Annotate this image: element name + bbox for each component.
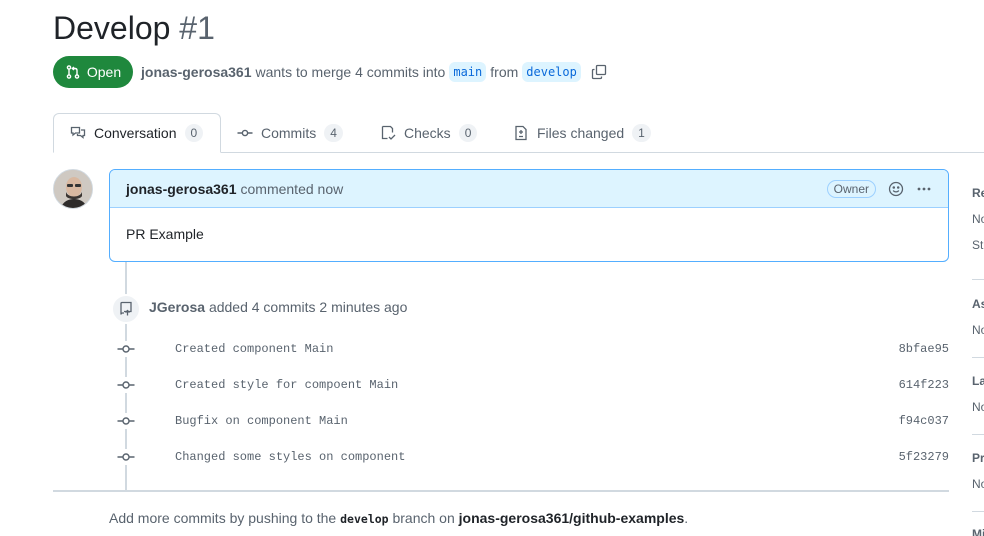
sidebar-labels-title[interactable]: La [972,374,984,388]
sidebar-divider [972,279,984,280]
sidebar-assignees-title[interactable]: As [972,297,984,311]
commit-row: Changed some styles on component 5f23279 [117,445,949,469]
head-branch-link[interactable]: develop [522,62,581,82]
commit-message-link[interactable]: Bugfix on component Main [175,414,348,428]
owner-badge: Owner [826,179,876,198]
sidebar-milestone-title[interactable]: Mi [972,527,984,536]
sidebar-labels-value: No [972,400,984,414]
tab-conversation[interactable]: Conversation 0 [53,113,221,153]
git-commit-icon [117,449,135,465]
tab-files-changed-count: 1 [632,124,651,142]
push-hint-branch: develop [340,512,389,526]
push-hint-after: . [684,510,689,526]
tab-checks-count: 0 [458,124,478,142]
tab-files-changed[interactable]: Files changed 1 [497,113,667,153]
git-pull-request-icon [66,65,80,79]
commit-message-link[interactable]: Changed some styles on component [175,450,405,464]
comment-author-link[interactable]: jonas-gerosa361 [126,181,237,197]
tab-commits-count: 4 [324,124,343,142]
tab-commits-label: Commits [261,125,317,141]
git-commit-icon [117,413,135,429]
copy-icon[interactable] [591,64,607,80]
avatar[interactable] [53,169,93,209]
commit-row: Created component Main 8bfae95 [117,337,949,361]
pr-title-text: Develop [53,10,171,46]
pr-meta: jonas-gerosa361 wants to merge 4 commits… [141,61,607,83]
push-hint-before: Add more commits by pushing to the [109,510,337,526]
git-commit-icon [117,377,135,393]
comment-body: PR Example [126,226,204,242]
commit-sha-link[interactable]: 614f223 [899,378,949,392]
file-diff-icon [515,125,527,141]
avatar-image [54,170,92,208]
pr-merge-text: wants to merge 4 commits into [255,64,446,80]
commit-group-author[interactable]: JGerosa [149,299,205,315]
pr-state-badge: Open [53,56,133,88]
comment-action[interactable]: commented now [241,181,344,197]
kebab-horizontal-icon[interactable] [916,181,932,197]
base-branch-link[interactable]: main [449,62,487,82]
sidebar-projects-value: No [972,477,984,491]
tab-files-changed-label: Files changed [537,125,625,141]
commit-row: Created style for compoent Main 614f223 [117,373,949,397]
tab-conversation-count: 0 [184,124,204,142]
commit-sha-link[interactable]: 5f23279 [899,450,949,464]
commit-message-link[interactable]: Created style for compoent Main [175,378,398,392]
repo-push-icon [120,301,132,316]
smiley-icon[interactable] [888,181,904,197]
sidebar-reviewers-title[interactable]: Re [972,186,984,200]
push-hint: Add more commits by pushing to the devel… [109,510,688,526]
sidebar-divider [972,511,984,512]
sidebar: Re No St As No La No Pr No Mi [972,0,984,536]
git-commit-icon [237,129,253,137]
commit-sha-link[interactable]: f94c037 [899,414,949,428]
sidebar-divider [972,434,984,435]
commit-group-badge [111,294,141,324]
commit-message-link[interactable]: Created component Main [175,342,333,356]
pr-author-link[interactable]: jonas-gerosa361 [141,64,252,80]
sidebar-reviewers-value2: St [972,238,984,252]
commit-group-desc: added 4 commits 2 minutes ago [208,299,408,315]
tab-checks[interactable]: Checks 0 [364,113,493,153]
commit-group-text: JGerosa added 4 commits 2 minutes ago [149,299,407,315]
checklist-icon [381,125,396,140]
push-hint-repo-link[interactable]: jonas-gerosa361/github-examples [459,510,685,526]
tab-checks-label: Checks [404,125,451,141]
pr-state-label: Open [86,64,122,80]
git-commit-icon [117,341,135,357]
sidebar-reviewers-value: No [972,212,984,226]
pr-number: #1 [179,10,215,46]
sidebar-assignees-value: No [972,323,984,337]
comment-discussion-icon [70,126,86,139]
tab-conversation-label: Conversation [94,125,177,141]
timeline-divider [53,490,949,492]
push-hint-middle: branch on [392,510,455,526]
tab-commits[interactable]: Commits 4 [221,113,359,153]
commit-row: Bugfix on component Main f94c037 [117,409,949,433]
comment-box: jonas-gerosa361 commented now Owner PR E… [109,169,949,262]
sidebar-projects-title[interactable]: Pr [972,451,984,465]
pr-title: Develop #1 [53,10,215,47]
comment-header: jonas-gerosa361 commented now Owner [110,170,948,208]
commit-sha-link[interactable]: 8bfae95 [899,342,949,356]
sidebar-divider [972,357,984,358]
pr-from-text: from [490,64,519,80]
